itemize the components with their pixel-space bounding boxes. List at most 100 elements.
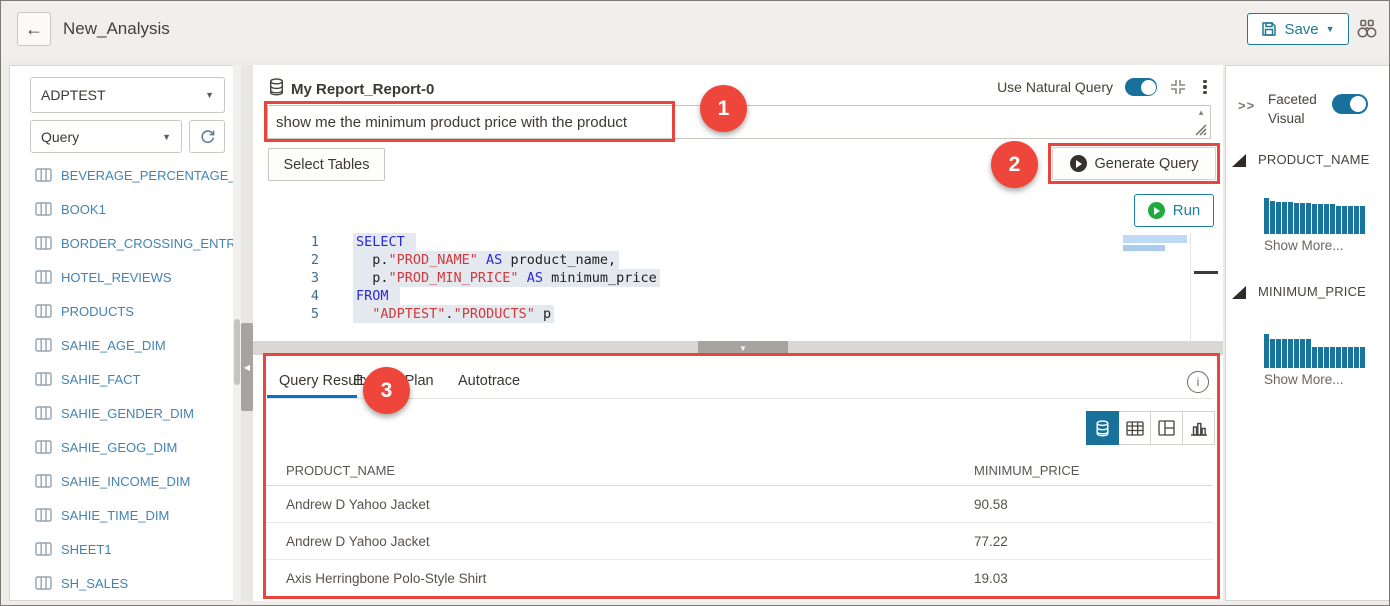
table-icon [35,406,52,420]
schema-select-value: ADPTEST [41,87,106,103]
info-icon[interactable]: i [1187,371,1209,393]
sql-line: 1SELECT [253,233,1223,251]
sidebar-scrollbar[interactable] [233,65,241,601]
table-name-link[interactable]: SH_SALES [61,576,128,591]
line-number: 2 [253,251,327,269]
natural-query-input[interactable] [268,106,1210,138]
facet-histogram-minimum-price[interactable] [1264,334,1365,368]
table-name-link[interactable]: SAHIE_FACT [61,372,140,387]
resize-grip-icon[interactable] [1195,124,1207,136]
column-header-minimum-price[interactable]: MINIMUM_PRICE [974,463,1079,478]
sidebar-table-item[interactable]: SAHIE_AGE_DIM [10,328,235,362]
expand-panel-icon[interactable]: >> [1238,98,1255,113]
editor-minimap [1123,235,1187,243]
faceted-visual-toggle[interactable] [1332,94,1368,114]
sidebar-table-item[interactable]: HOTEL_REVIEWS [10,260,235,294]
tab-autotrace[interactable]: Autotrace [458,373,520,389]
toggle-knob [1141,80,1156,95]
view-single-record-button[interactable] [1086,411,1119,445]
sidebar-table-item[interactable]: PRODUCTS [10,294,235,328]
page-title: New_Analysis [63,1,170,57]
chevron-down-icon: ▼ [205,90,214,100]
table-name-link[interactable]: SAHIE_TIME_DIM [61,508,169,523]
facet-field-label: PRODUCT_NAME [1258,152,1369,167]
collapse-sidebar-handle[interactable]: ◀ [241,323,253,411]
table-name-link[interactable]: SAHIE_AGE_DIM [61,338,166,353]
toggle-knob [1350,96,1366,112]
sidebar-table-item[interactable]: SAHIE_INCOME_DIM [10,464,235,498]
editor-scroll-marker[interactable] [1194,271,1218,274]
collapse-editor-icon[interactable] [1169,78,1187,96]
scroll-up-icon[interactable]: ▲ [1197,108,1205,117]
binoculars-icon[interactable] [1355,17,1379,41]
table-icon [35,304,52,318]
collapse-facet-icon[interactable] [1232,286,1246,299]
table-name-link[interactable]: BEVERAGE_PERCENTAGE_AI [61,168,235,183]
report-database-icon [269,78,284,96]
save-icon [1261,21,1277,37]
sidebar-scrollbar-thumb[interactable] [234,319,240,385]
bar-chart-icon [1190,421,1208,436]
table-row[interactable]: Andrew D Yahoo Jacket90.58 [263,486,1213,523]
refresh-icon [199,128,216,145]
result-table-body: Andrew D Yahoo Jacket90.58Andrew D Yahoo… [263,486,1213,597]
table-name-link[interactable]: SAHIE_GENDER_DIM [61,406,194,421]
sidebar-table-item[interactable]: BORDER_CROSSING_ENTRY [10,226,235,260]
table-icon [35,474,52,488]
line-number: 4 [253,287,327,305]
sidebar-table-item[interactable]: SAHIE_TIME_DIM [10,498,235,532]
layout-view-icon [1158,420,1175,436]
column-header-product-name[interactable]: PRODUCT_NAME [286,463,395,478]
view-layout-button[interactable] [1150,411,1183,445]
select-tables-button[interactable]: Select Tables [268,148,385,181]
chevron-down-icon: ▼ [162,132,171,142]
view-grid-button[interactable] [1118,411,1151,445]
table-name-link[interactable]: BOOK1 [61,202,106,217]
run-button[interactable]: Run [1134,194,1214,227]
table-name-link[interactable]: SAHIE_INCOME_DIM [61,474,190,489]
facet-histogram-product-name[interactable] [1264,198,1365,234]
collapse-facet-icon[interactable] [1232,154,1246,167]
sidebar-table-item[interactable]: BOOK1 [10,192,235,226]
save-button-label: Save [1284,21,1318,38]
save-button[interactable]: Save ▼ [1247,13,1349,45]
more-actions-menu-icon[interactable] [1199,79,1211,96]
table-row[interactable]: Axis Herringbone Polo-Style Shirt19.03 [263,560,1213,597]
view-chart-button[interactable] [1182,411,1215,445]
tab-query-result[interactable]: Query Result [279,373,364,389]
table-name-link[interactable]: PRODUCTS [61,304,134,319]
table-name-link[interactable]: HOTEL_REVIEWS [61,270,172,285]
table-icon [35,202,52,216]
sidebar-table-item[interactable]: SH_SALES [10,566,235,600]
show-more-link[interactable]: Show More... [1264,372,1344,387]
tab-explain-plan[interactable]: Explain Plan [353,373,434,389]
sql-editor[interactable]: 1SELECT 2 p."PROD_NAME" AS product_name,… [253,233,1223,341]
table-row[interactable]: Andrew D Yahoo Jacket77.22 [263,523,1213,560]
table-icon [35,236,52,250]
sidebar-table-item[interactable]: SHEET1 [10,532,235,566]
sidebar-table-item[interactable]: SAHIE_GENDER_DIM [10,396,235,430]
sql-code: 1SELECT 2 p."PROD_NAME" AS product_name,… [253,233,1223,323]
sql-line: 5 "ADPTEST"."PRODUCTS" p [253,305,1223,323]
splitter-handle[interactable]: ▼ [698,341,788,355]
back-button[interactable]: ← [17,12,51,46]
horizontal-splitter[interactable]: ▼ [253,341,1223,355]
table-name-link[interactable]: SHEET1 [61,542,112,557]
run-play-icon [1148,202,1165,219]
natural-query-input-wrap: ▲ [267,105,1211,139]
table-name-link[interactable]: BORDER_CROSSING_ENTRY [61,236,235,251]
refresh-button[interactable] [189,120,225,153]
sidebar-table-item[interactable]: SAHIE_FACT [10,362,235,396]
worksheet-panel: My Report_Report-0 Use Natural Query ▲ S… [253,65,1223,601]
sql-line: 4FROM [253,287,1223,305]
use-natural-query-toggle[interactable] [1125,78,1157,96]
save-dropdown-caret[interactable]: ▼ [1326,24,1335,34]
schema-select[interactable]: ADPTEST ▼ [30,77,225,113]
sidebar-table-item[interactable]: SAHIE_GEOG_DIM [10,430,235,464]
show-more-link[interactable]: Show More... [1264,238,1344,253]
generate-query-button[interactable]: Generate Query [1052,147,1216,180]
object-type-select[interactable]: Query ▼ [30,120,182,153]
sidebar-table-item[interactable]: BEVERAGE_PERCENTAGE_AI [10,158,235,192]
table-name-link[interactable]: SAHIE_GEOG_DIM [61,440,177,455]
panel-splitter[interactable]: ◀ [241,65,253,601]
